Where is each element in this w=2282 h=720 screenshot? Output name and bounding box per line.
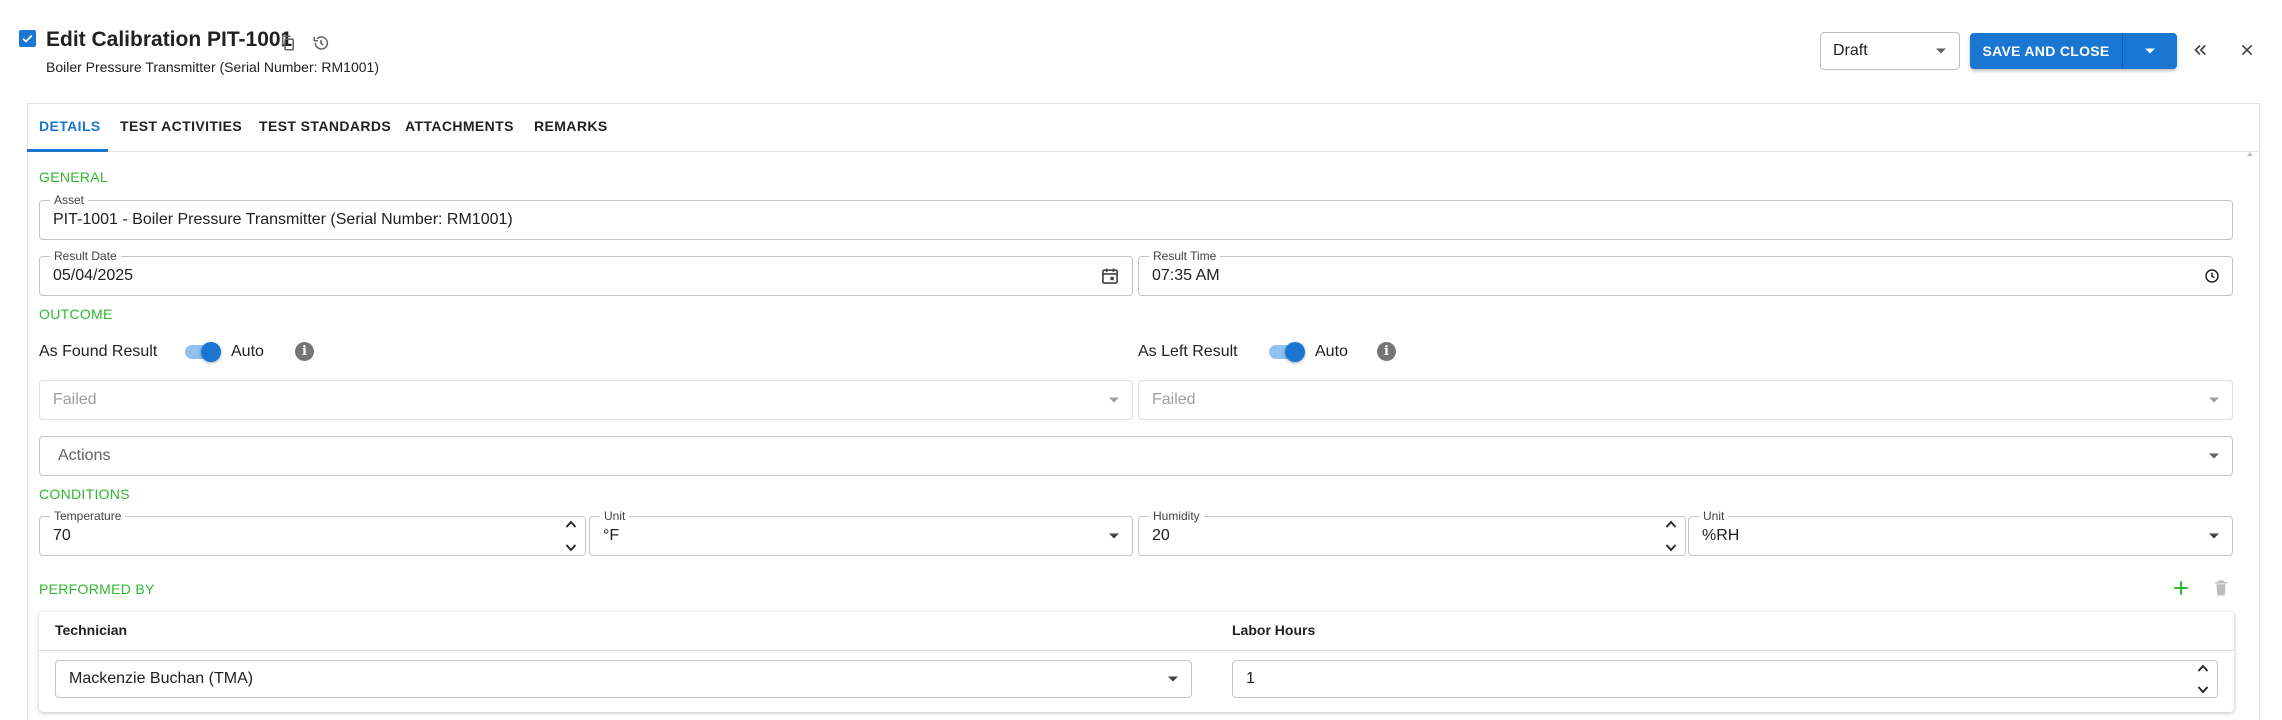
chevron-down-icon [2208, 532, 2220, 540]
column-header-labor-hours: Labor Hours [1232, 622, 1316, 638]
result-time-field[interactable]: Result Time 07:35 AM [1138, 249, 2233, 296]
close-icon[interactable] [2237, 40, 2257, 60]
humidity-unit-select[interactable]: Unit %RH [1688, 509, 2233, 556]
temperature-label: Temperature [50, 509, 126, 523]
section-performed-by: PERFORMED BY [39, 581, 155, 597]
labor-hours-stepper[interactable] [2197, 664, 2209, 694]
status-value: Draft [1833, 42, 1868, 59]
chevron-up-icon[interactable] [2197, 664, 2209, 672]
as-found-auto-label: Auto [231, 343, 264, 360]
result-date-value: 05/04/2025 [53, 267, 134, 284]
tab-remarks[interactable]: REMARKS [534, 118, 608, 134]
actions-select[interactable]: Actions [39, 436, 2233, 476]
chevron-down-icon [2208, 396, 2220, 404]
chevron-down-icon[interactable] [2197, 686, 2209, 694]
section-general: GENERAL [39, 169, 109, 185]
tab-details[interactable]: DETAILS [39, 118, 101, 134]
chevron-down-icon[interactable] [565, 544, 577, 552]
page-subtitle: Boiler Pressure Transmitter (Serial Numb… [46, 59, 379, 75]
as-found-info-icon[interactable]: i [295, 342, 314, 361]
as-found-result-select[interactable]: Failed [39, 380, 1133, 420]
result-time-value: 07:35 AM [1152, 267, 1220, 284]
copy-icon[interactable] [278, 33, 298, 53]
humidity-unit-value: %RH [1702, 527, 1740, 544]
chevron-down-icon [1167, 675, 1179, 683]
tab-attachments[interactable]: ATTACHMENTS [405, 118, 514, 134]
technician-value: Mackenzie Buchan (TMA) [69, 670, 254, 687]
status-select[interactable]: Draft [1820, 32, 1960, 70]
result-time-label: Result Time [1149, 249, 1221, 263]
temperature-stepper[interactable] [565, 520, 577, 552]
save-and-close-button[interactable]: SAVE AND CLOSE [1970, 33, 2177, 69]
as-found-result-value: Failed [53, 391, 97, 408]
add-technician-plus-icon[interactable] [2170, 577, 2192, 599]
labor-hours-input[interactable]: 1 [1232, 660, 2218, 698]
double-chevron-left-icon[interactable] [2190, 40, 2210, 60]
active-tab-indicator [27, 149, 108, 152]
delete-trash-icon[interactable] [2210, 577, 2232, 599]
humidity-value: 20 [1152, 527, 1170, 544]
result-date-label: Result Date [50, 249, 121, 263]
as-found-result-label: As Found Result [39, 343, 158, 360]
column-header-technician: Technician [55, 622, 128, 638]
as-left-auto-toggle[interactable] [1267, 342, 1305, 362]
chevron-up-icon[interactable] [565, 520, 577, 528]
temperature-input[interactable]: Temperature 70 [39, 509, 586, 556]
chevron-down-icon[interactable] [1665, 544, 1677, 552]
as-left-result-select[interactable]: Failed [1138, 380, 2233, 420]
as-left-result-value: Failed [1152, 391, 1196, 408]
save-and-close-label: SAVE AND CLOSE [1982, 43, 2110, 59]
chevron-down-icon [2145, 48, 2155, 54]
calendar-icon[interactable] [1100, 266, 1120, 286]
clock-icon[interactable] [2204, 268, 2220, 284]
humidity-unit-label: Unit [1699, 509, 1729, 523]
temperature-unit-select[interactable]: Unit °F [589, 509, 1133, 556]
as-found-auto-toggle[interactable] [183, 342, 221, 362]
tab-test-standards[interactable]: TEST STANDARDS [259, 118, 391, 134]
tab-test-activities[interactable]: TEST ACTIVITIES [120, 118, 242, 134]
asset-label: Asset [50, 193, 89, 207]
selected-checkbox-icon[interactable] [19, 30, 36, 47]
chevron-down-icon [1108, 532, 1120, 540]
result-date-field[interactable]: Result Date 05/04/2025 [39, 249, 1133, 296]
asset-field[interactable]: Asset PIT-1001 - Boiler Pressure Transmi… [39, 193, 2233, 240]
labor-hours-value: 1 [1246, 670, 1255, 687]
table-header-divider [39, 650, 2234, 651]
chevron-down-icon [2208, 452, 2220, 460]
actions-placeholder: Actions [58, 447, 111, 464]
temperature-unit-value: °F [603, 527, 620, 544]
scroll-up-icon[interactable] [2246, 150, 2254, 158]
save-options-dropdown[interactable] [2123, 47, 2177, 55]
chevron-up-icon[interactable] [1665, 520, 1677, 528]
history-icon[interactable] [311, 33, 331, 53]
temperature-unit-label: Unit [600, 509, 630, 523]
chevron-down-icon [1108, 396, 1120, 404]
humidity-input[interactable]: Humidity 20 [1138, 509, 1686, 556]
section-outcome: OUTCOME [39, 306, 113, 322]
temperature-value: 70 [53, 527, 71, 544]
as-left-auto-label: Auto [1315, 343, 1348, 360]
as-left-info-icon[interactable]: i [1377, 342, 1396, 361]
technician-select[interactable]: Mackenzie Buchan (TMA) [55, 660, 1192, 698]
as-left-result-label: As Left Result [1138, 343, 1238, 360]
page-title: Edit Calibration PIT-1001 [46, 28, 293, 51]
asset-value: PIT-1001 - Boiler Pressure Transmitter (… [53, 211, 513, 228]
humidity-stepper[interactable] [1665, 520, 1677, 552]
humidity-label: Humidity [1149, 509, 1204, 523]
section-conditions: CONDITIONS [39, 486, 130, 502]
chevron-down-icon [1936, 48, 1946, 54]
